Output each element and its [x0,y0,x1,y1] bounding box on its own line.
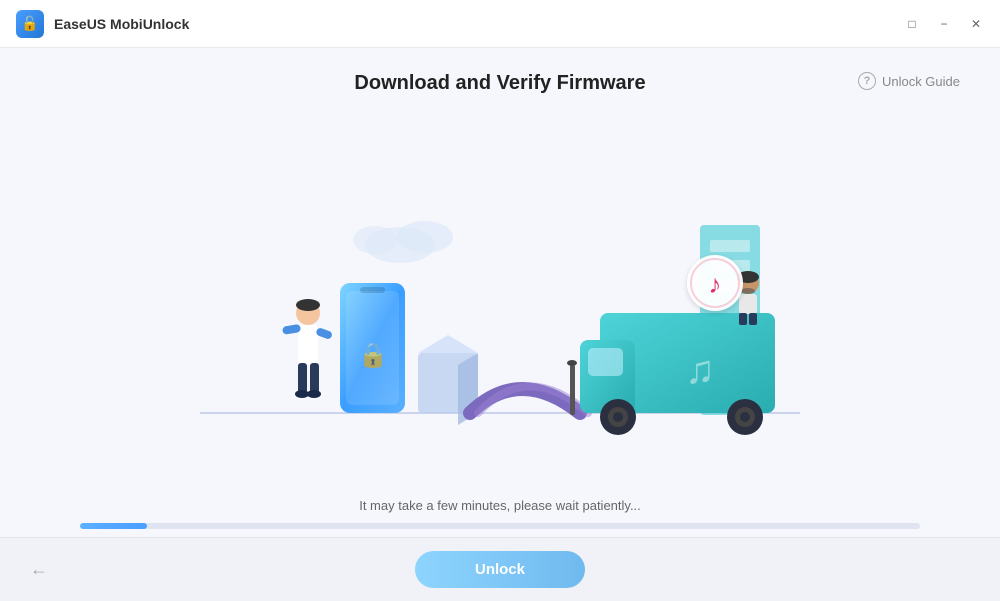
help-icon: ? [858,72,876,90]
minimize-button[interactable]: □ [904,16,920,32]
illustration-area: 🔒 [0,111,1000,498]
progress-area: It may take a few minutes, please wait p… [0,498,1000,537]
progress-status-text: It may take a few minutes, please wait p… [80,498,920,513]
progress-track [80,523,920,529]
maximize-button[interactable]: − [936,16,952,32]
scene-illustration: 🔒 [200,165,800,445]
svg-text:♫: ♫ [685,348,715,392]
unlock-guide-label: Unlock Guide [882,74,960,89]
header-area: Download and Verify Firmware ? Unlock Gu… [0,48,1000,111]
unlock-guide-button[interactable]: ? Unlock Guide [858,72,960,90]
main-content: Download and Verify Firmware ? Unlock Gu… [0,48,1000,601]
progress-fill [80,523,147,529]
back-button[interactable]: ← [30,559,48,580]
app-title: EaseUS MobiUnlock [54,16,189,32]
app-icon: 🔓 [16,10,44,38]
svg-text:♪: ♪ [709,269,722,299]
unlock-button[interactable]: Unlock [415,551,585,588]
app-branding: 🔓 EaseUS MobiUnlock [16,10,189,38]
window-controls: □ − ✕ [904,16,984,32]
close-button[interactable]: ✕ [968,16,984,32]
page-title: Download and Verify Firmware [354,72,645,95]
title-bar: 🔓 EaseUS MobiUnlock □ − ✕ [0,0,1000,48]
svg-text:🔒: 🔒 [358,342,388,369]
bottom-bar: ← Unlock [0,537,1000,601]
